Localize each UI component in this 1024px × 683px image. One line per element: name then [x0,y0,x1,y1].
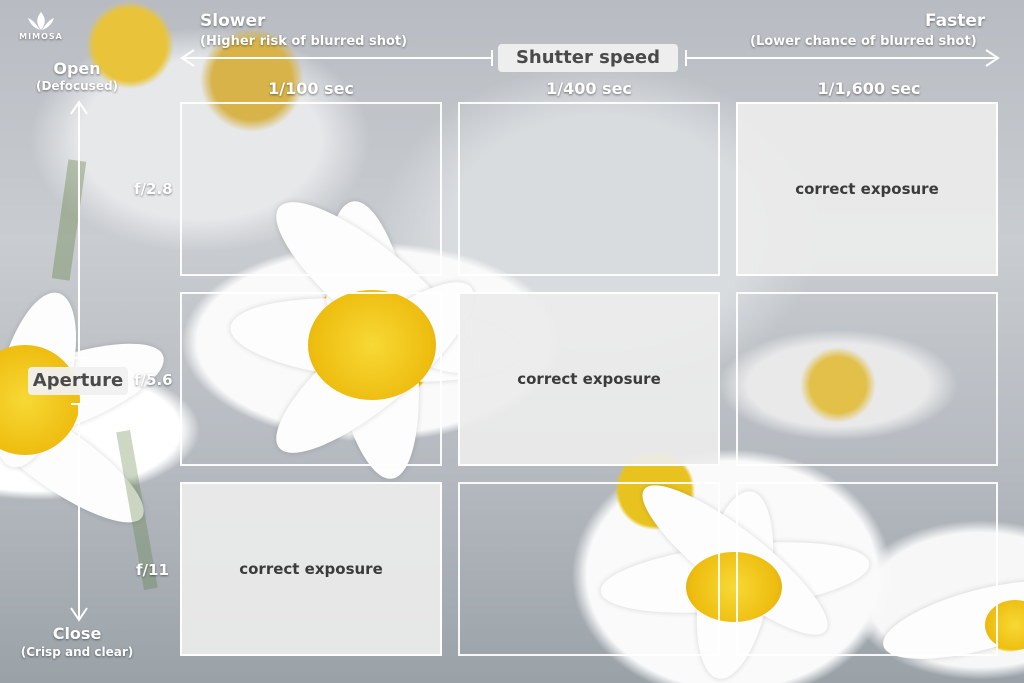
grid-cell-r3-c2 [458,482,720,656]
close-note: (Crisp and clear) [20,645,134,659]
grid-cell-r1-c3: correct exposure [736,102,998,276]
logo-text: MIMOSA [19,32,63,41]
fstop-label-3: f/11 [136,561,169,579]
grid-cell-r2-c3 [736,292,998,466]
grid-cell-r2-c1 [180,292,442,466]
speed-label-1: 1/100 sec [268,79,354,98]
fstop-label-1: f/2.8 [134,180,173,198]
cell-label: correct exposure [795,180,939,198]
mimosa-logo: MIMOSA [18,10,64,46]
cell-label: correct exposure [517,370,661,388]
grid-cell-r1-c1 [180,102,442,276]
aperture-title: Aperture [28,367,128,395]
slower-label: Slower [200,11,266,31]
fstop-label-2: f/5.6 [134,371,173,389]
aperture-axis-arrow [70,100,88,622]
cell-label: correct exposure [239,560,383,578]
open-label: Open [53,59,101,78]
grid-cell-r1-c2 [458,102,720,276]
speed-label-3: 1/1,600 sec [817,79,921,98]
lotus-icon [28,12,54,30]
grid-cell-r3-c1: correct exposure [180,482,442,656]
open-note: (Defocused) [35,79,119,93]
shutter-speed-title: Shutter speed [498,44,678,72]
grid-cell-r2-c2: correct exposure [458,292,720,466]
daisy-background-photo: MIMOSA Slower (Higher risk of blurred sh… [0,0,1024,683]
speed-label-2: 1/400 sec [546,79,632,98]
faster-label: Faster [925,11,986,31]
grid-cell-r3-c3 [736,482,998,656]
